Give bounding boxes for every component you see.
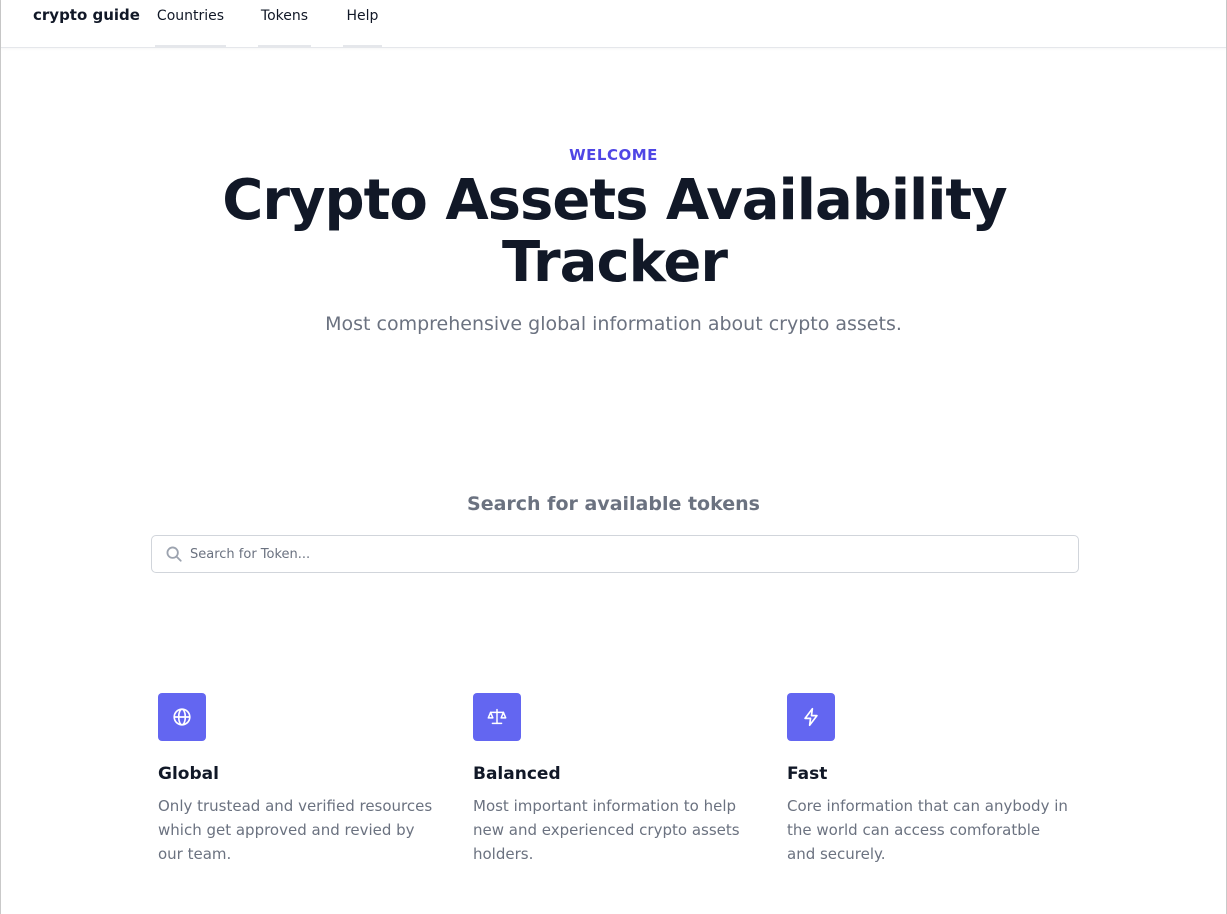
globe-icon	[158, 693, 206, 741]
brand-logo[interactable]: crypto guide	[33, 6, 140, 24]
feature-balanced: Balanced Most important information to h…	[473, 693, 763, 866]
feature-fast: Fast Core information that can anybody i…	[787, 693, 1077, 866]
hero-eyebrow: WELCOME	[569, 146, 658, 164]
navbar: crypto guide Countries Tokens Help	[1, 0, 1226, 48]
nav-link-countries[interactable]: Countries	[155, 0, 226, 47]
hero-title: Crypto Assets Availability Tracker	[222, 168, 1007, 295]
hero-subtitle: Most comprehensive global information ab…	[325, 313, 902, 335]
feature-description: Most important information to help new a…	[473, 797, 740, 863]
feature-title: Global	[158, 764, 219, 784]
feature-title: Balanced	[473, 764, 561, 784]
search-box[interactable]	[151, 535, 1079, 573]
search-heading: Search for available tokens	[467, 493, 760, 515]
nav-link-help[interactable]: Help	[343, 0, 382, 47]
feature-title: Fast	[787, 764, 828, 784]
feature-description: Core information that can anybody in the…	[787, 797, 1068, 863]
nav-link-tokens[interactable]: Tokens	[258, 0, 311, 47]
feature-description: Only trustead and verified resources whi…	[158, 797, 433, 863]
lightning-icon	[787, 693, 835, 741]
search-icon	[165, 545, 183, 563]
feature-global: Global Only trustead and verified resour…	[158, 693, 448, 866]
scale-icon	[473, 693, 521, 741]
search-input[interactable]	[190, 536, 1070, 572]
